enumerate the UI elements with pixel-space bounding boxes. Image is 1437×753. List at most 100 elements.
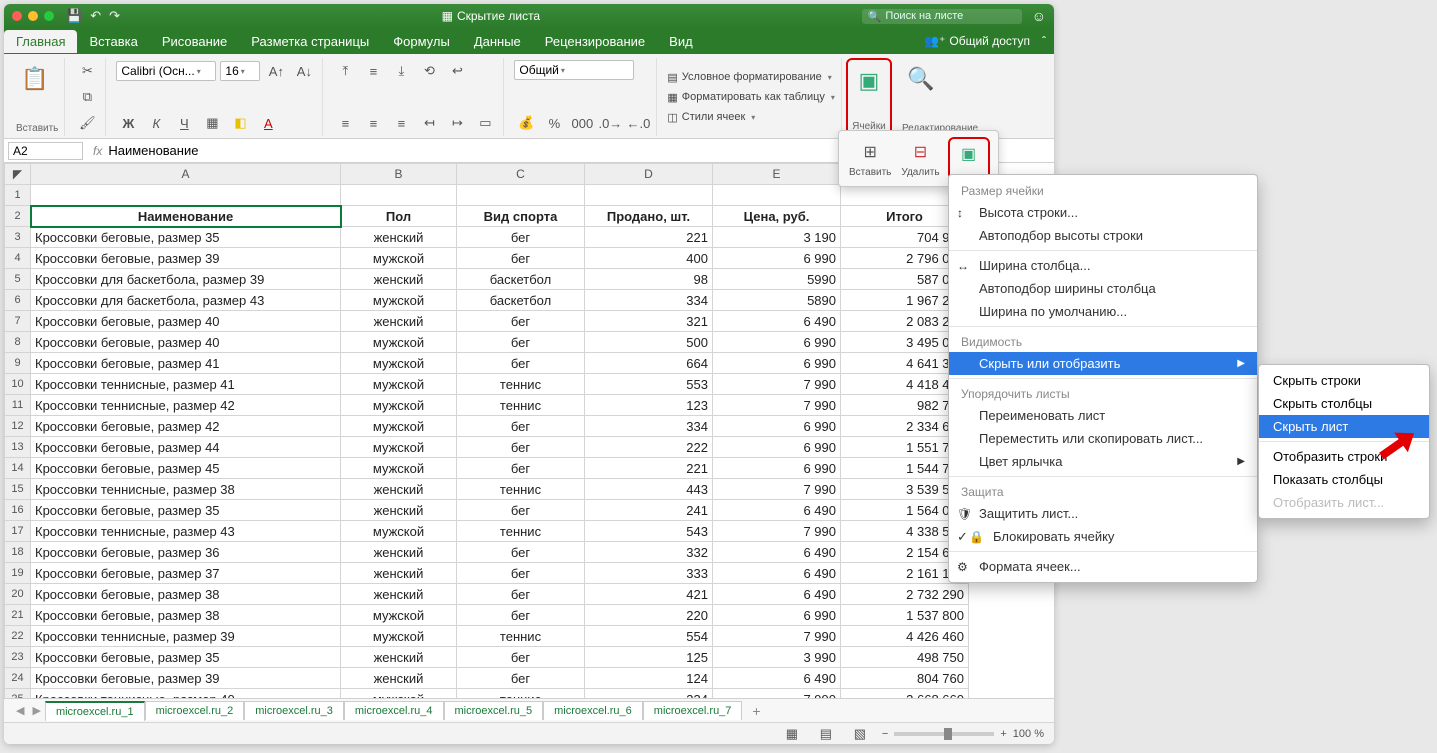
menu-autofit-row[interactable]: Автоподбор высоты строки	[949, 224, 1257, 247]
sheet-tab[interactable]: microexcel.ru_2	[145, 701, 245, 720]
cell[interactable]: теннис	[457, 374, 585, 395]
comma-icon[interactable]: 000	[570, 112, 594, 134]
feedback-icon[interactable]: ☺	[1032, 8, 1046, 24]
indent-inc-icon[interactable]: ↦	[445, 112, 469, 134]
cell[interactable]: 5990	[713, 269, 841, 290]
cell[interactable]: 6 990	[713, 248, 841, 269]
cell[interactable]: мужской	[341, 521, 457, 542]
cell[interactable]: мужской	[341, 395, 457, 416]
cell[interactable]: Кроссовки беговые, размер 37	[31, 563, 341, 584]
cell[interactable]: 241	[585, 500, 713, 521]
cell[interactable]: 3 190	[713, 227, 841, 248]
cell[interactable]: бег	[457, 332, 585, 353]
menu-tab-color[interactable]: Цвет ярлычка▶	[949, 450, 1257, 473]
cell[interactable]: бег	[457, 668, 585, 689]
cell[interactable]: 1 537 800	[841, 605, 969, 626]
cell[interactable]: Пол	[341, 206, 457, 227]
menu-lock-cell[interactable]: ✓🔒Блокировать ячейку	[949, 525, 1257, 548]
format-painter-icon[interactable]: 🖌	[75, 112, 99, 134]
cell[interactable]: 6 490	[713, 311, 841, 332]
cell[interactable]	[713, 185, 841, 206]
cell[interactable]: 2 668 660	[841, 689, 969, 699]
decrease-decimal-icon[interactable]: ←.0	[626, 112, 650, 134]
cell[interactable]: Кроссовки беговые, размер 41	[31, 353, 341, 374]
sheet-grid[interactable]: ◤ A B C D E F 12НаименованиеПолВид спорт…	[4, 163, 1054, 698]
fx-icon[interactable]: fx	[93, 144, 102, 158]
font-color-icon[interactable]: A	[256, 112, 280, 134]
row-header[interactable]: 21	[5, 605, 31, 626]
row-header[interactable]: 18	[5, 542, 31, 563]
cell[interactable]: теннис	[457, 395, 585, 416]
cell[interactable]: 400	[585, 248, 713, 269]
row-header[interactable]: 24	[5, 668, 31, 689]
cell[interactable]: мужской	[341, 458, 457, 479]
zoom-level[interactable]: 100 %	[1013, 728, 1044, 740]
cell[interactable]: Кроссовки для баскетбола, размер 39	[31, 269, 341, 290]
page-break-view-icon[interactable]: ▧	[848, 723, 872, 745]
cell[interactable]: женский	[341, 563, 457, 584]
page-layout-view-icon[interactable]: ▤	[814, 723, 838, 745]
cell[interactable]: бег	[457, 542, 585, 563]
submenu-hide-rows[interactable]: Скрыть строки	[1259, 369, 1429, 392]
currency-icon[interactable]: 💰	[514, 112, 538, 134]
cell[interactable]: Кроссовки теннисные, размер 39	[31, 626, 341, 647]
underline-icon[interactable]: Ч	[172, 112, 196, 134]
submenu-hide-cols[interactable]: Скрыть столбцы	[1259, 392, 1429, 415]
row-header[interactable]: 12	[5, 416, 31, 437]
row-header[interactable]: 2	[5, 206, 31, 227]
tab-review[interactable]: Рецензирование	[533, 30, 657, 53]
row-header[interactable]: 11	[5, 395, 31, 416]
cell[interactable]: Кроссовки беговые, размер 35	[31, 227, 341, 248]
insert-cells-button[interactable]: ⊞ Вставить	[847, 137, 893, 180]
bold-icon[interactable]: Ж	[116, 112, 140, 134]
borders-icon[interactable]: ▦	[200, 112, 224, 134]
sheet-tab[interactable]: microexcel.ru_5	[444, 701, 544, 720]
cell[interactable]: 554	[585, 626, 713, 647]
menu-protect-sheet[interactable]: 🛡Защитить лист...	[949, 502, 1257, 525]
search-input[interactable]	[885, 10, 1015, 22]
cell[interactable]: 5890	[713, 290, 841, 311]
row-header[interactable]: 22	[5, 626, 31, 647]
font-name-combo[interactable]: Calibri (Осн...▾	[116, 61, 216, 81]
submenu-unhide-cols[interactable]: Показать столбцы	[1259, 468, 1429, 491]
save-icon[interactable]: 💾	[66, 8, 82, 24]
tab-home[interactable]: Главная	[4, 30, 77, 53]
cell[interactable]: бег	[457, 500, 585, 521]
close-window-icon[interactable]	[12, 11, 22, 21]
cell[interactable]: бег	[457, 248, 585, 269]
row-header[interactable]: 16	[5, 500, 31, 521]
cell[interactable]: женский	[341, 647, 457, 668]
increase-decimal-icon[interactable]: .0→	[598, 112, 622, 134]
cell[interactable]: Наименование	[31, 206, 341, 227]
align-middle-icon[interactable]: ≡	[361, 60, 385, 82]
tab-draw[interactable]: Рисование	[150, 30, 239, 53]
merge-icon[interactable]: ▭	[473, 112, 497, 134]
cell[interactable]: 7 990	[713, 521, 841, 542]
cell[interactable]: 421	[585, 584, 713, 605]
col-header[interactable]: B	[341, 164, 457, 185]
tab-layout[interactable]: Разметка страницы	[239, 30, 381, 53]
cell[interactable]: Кроссовки беговые, размер 42	[31, 416, 341, 437]
cell[interactable]: теннис	[457, 689, 585, 699]
row-header[interactable]: 20	[5, 584, 31, 605]
cell[interactable]: мужской	[341, 374, 457, 395]
wrap-text-icon[interactable]: ↩	[445, 60, 469, 82]
cell[interactable]: Кроссовки беговые, размер 35	[31, 500, 341, 521]
select-all-corner[interactable]: ◤	[5, 164, 31, 185]
cell[interactable]	[31, 185, 341, 206]
tab-formulas[interactable]: Формулы	[381, 30, 462, 53]
cell[interactable]: бег	[457, 353, 585, 374]
row-header[interactable]: 19	[5, 563, 31, 584]
cell[interactable]: 220	[585, 605, 713, 626]
cell[interactable]: Кроссовки для баскетбола, размер 43	[31, 290, 341, 311]
cell[interactable]: 6 990	[713, 605, 841, 626]
menu-rename-sheet[interactable]: Переименовать лист	[949, 404, 1257, 427]
cell[interactable]: 498 750	[841, 647, 969, 668]
row-header[interactable]: 1	[5, 185, 31, 206]
cell[interactable]: 553	[585, 374, 713, 395]
cell[interactable]: 3 990	[713, 647, 841, 668]
sheet-tab[interactable]: microexcel.ru_4	[344, 701, 444, 720]
cell[interactable]: Кроссовки беговые, размер 44	[31, 437, 341, 458]
cell[interactable]: бег	[457, 311, 585, 332]
italic-icon[interactable]: К	[144, 112, 168, 134]
